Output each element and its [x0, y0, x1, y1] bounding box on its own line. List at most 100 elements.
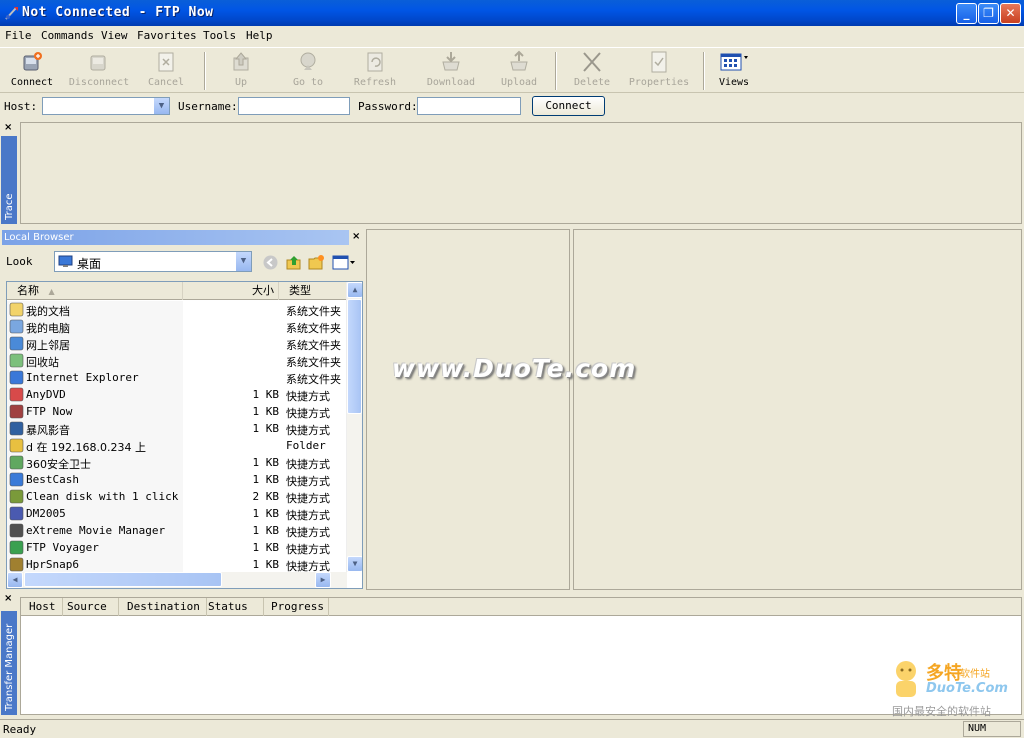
up-toolbar-button[interactable]: Up	[224, 50, 258, 92]
destination-column-header[interactable]: Destination	[123, 598, 207, 616]
progress-column-header[interactable]: Progress	[267, 598, 329, 616]
up-arrow-icon	[233, 52, 249, 71]
remote-folder-pane[interactable]	[366, 229, 570, 590]
scroll-up-button[interactable]: ▲	[347, 282, 362, 298]
file-row[interactable]: d 在 192.168.0.234 上 Folder	[7, 437, 347, 454]
file-row[interactable]: 暴风影音 1 KB 快捷方式	[7, 420, 347, 437]
menu-view[interactable]: View	[101, 29, 128, 42]
transfer-manager-list[interactable]: Host Source Destination Status Progress	[20, 597, 1022, 715]
menu-file[interactable]: File	[5, 29, 32, 42]
refresh-toolbar-button[interactable]: Refresh	[350, 50, 400, 92]
transfer-manager-tab[interactable]: Transfer Manager	[1, 611, 17, 715]
ie-icon	[9, 370, 24, 385]
restore-button[interactable]: ❐	[978, 3, 999, 24]
toolbar-separator	[555, 52, 557, 90]
view-menu-icon[interactable]	[332, 254, 356, 271]
upload-toolbar-button[interactable]: Upload	[496, 50, 542, 92]
trace-sidebar: × Trace	[0, 122, 18, 224]
username-field[interactable]	[238, 97, 350, 115]
file-row[interactable]: AnyDVD 1 KB 快捷方式	[7, 386, 347, 403]
file-row[interactable]: Internet Explorer 系统文件夹	[7, 369, 347, 386]
menu-tools[interactable]: Tools	[203, 29, 236, 42]
my-documents-icon	[9, 302, 24, 317]
network-drive-icon	[9, 438, 24, 453]
chevron-down-icon[interactable]: ▼	[153, 98, 169, 114]
file-row[interactable]: 我的文档 系统文件夹	[7, 301, 347, 318]
trace-pane	[20, 122, 1022, 224]
file-row[interactable]: FTP Voyager 1 KB 快捷方式	[7, 539, 347, 556]
new-folder-icon[interactable]	[308, 254, 325, 271]
name-column-header[interactable]: 名称 ▲	[7, 282, 183, 300]
host-combo[interactable]: ▼	[42, 97, 170, 115]
menu-help[interactable]: Help	[246, 29, 273, 42]
close-button[interactable]: ✕	[1000, 3, 1021, 24]
host-column-header[interactable]: Host	[25, 598, 63, 616]
type-column-header[interactable]: 类型	[279, 282, 347, 300]
back-icon[interactable]	[262, 254, 279, 271]
local-browser-header: Local Browser	[2, 230, 349, 245]
file-name: Clean disk with 1 click	[26, 490, 179, 503]
anydvd-icon	[9, 387, 24, 402]
delete-toolbar-button[interactable]: Delete	[570, 50, 614, 92]
scroll-right-button[interactable]: ▶	[315, 572, 331, 588]
toolbar: Connect Disconnect Cancel Up Go to Refre…	[0, 47, 1024, 93]
local-browser-close-icon[interactable]: ×	[352, 231, 360, 242]
trace-close-icon[interactable]: ×	[4, 122, 12, 133]
scroll-down-button[interactable]: ▼	[347, 556, 362, 572]
scroll-left-button[interactable]: ◀	[7, 572, 23, 588]
transfer-list-header: Host Source Destination Status Progress	[21, 598, 1021, 616]
trace-tab[interactable]: Trace	[1, 136, 17, 224]
file-row[interactable]: 我的电脑 系统文件夹	[7, 318, 347, 335]
file-name: HprSnap6	[26, 558, 79, 571]
properties-toolbar-button[interactable]: Properties	[626, 50, 692, 92]
file-row[interactable]: BestCash 1 KB 快捷方式	[7, 471, 347, 488]
connect-button[interactable]: Connect	[532, 96, 605, 116]
up-folder-icon[interactable]	[285, 254, 302, 271]
file-type: 系统文件夹	[286, 356, 341, 369]
horizontal-scroll-thumb[interactable]	[24, 572, 222, 587]
goto-toolbar-button[interactable]: Go to	[288, 50, 328, 92]
local-file-list[interactable]: 名称 ▲ 大小 类型 我的文档 系统文件夹 我的电脑 系统文件夹 网上邻居 系统文件夹 回收…	[6, 281, 363, 589]
look-in-combo[interactable]: 桌面 ▼	[54, 251, 252, 272]
file-name: AnyDVD	[26, 388, 66, 401]
minimize-button[interactable]: _	[956, 3, 977, 24]
status-column-header[interactable]: Status	[204, 598, 264, 616]
file-type: 系统文件夹	[286, 373, 341, 386]
source-column-header[interactable]: Source	[63, 598, 119, 616]
file-row[interactable]: FTP Now 1 KB 快捷方式	[7, 403, 347, 420]
views-toolbar-button[interactable]: Views	[714, 50, 754, 92]
download-toolbar-button[interactable]: Download	[422, 50, 480, 92]
transfer-manager-close-icon[interactable]: ×	[4, 593, 12, 604]
file-type: Folder	[286, 439, 326, 452]
menu-favorites[interactable]: Favorites	[137, 29, 197, 42]
file-row[interactable]: 回收站 系统文件夹	[7, 352, 347, 369]
file-row[interactable]: eXtreme Movie Manager 1 KB 快捷方式	[7, 522, 347, 539]
connect-toolbar-button[interactable]: Connect	[8, 50, 56, 92]
ftp-voyager-icon	[9, 540, 24, 555]
vertical-scroll-thumb[interactable]	[347, 299, 362, 414]
watermark-logo: 多特 软件站 DuoTe.Com 国内最安全的软件站	[888, 657, 1022, 719]
file-type: 快捷方式	[286, 492, 330, 505]
look-in-value: 桌面	[77, 257, 102, 271]
file-type: 快捷方式	[286, 424, 330, 437]
cancel-toolbar-button[interactable]: Cancel	[144, 50, 188, 92]
file-name: eXtreme Movie Manager	[26, 524, 166, 537]
size-column-header[interactable]: 大小	[183, 282, 279, 300]
vertical-scrollbar[interactable]: ▲ ▼	[346, 282, 362, 572]
file-size: 1 KB	[252, 422, 280, 435]
sort-ascending-icon: ▲	[48, 287, 55, 296]
password-field[interactable]	[417, 97, 521, 115]
file-row[interactable]: HprSnap6 1 KB 快捷方式	[7, 556, 347, 573]
file-name: FTP Voyager	[26, 541, 99, 554]
menu-commands[interactable]: Commands	[41, 29, 94, 42]
ftp-now-icon	[9, 404, 24, 419]
file-row[interactable]: 网上邻居 系统文件夹	[7, 335, 347, 352]
file-row[interactable]: Clean disk with 1 click 2 KB 快捷方式	[7, 488, 347, 505]
disconnect-toolbar-button[interactable]: Disconnect	[66, 50, 132, 92]
file-row[interactable]: DM2005 1 KB 快捷方式	[7, 505, 347, 522]
file-row[interactable]: 360安全卫士 1 KB 快捷方式	[7, 454, 347, 471]
horizontal-scrollbar[interactable]: ◀ ▶	[7, 572, 347, 588]
remote-file-pane[interactable]	[573, 229, 1022, 590]
chevron-down-icon[interactable]: ▼	[235, 252, 251, 271]
file-size: 2 KB	[252, 490, 280, 503]
